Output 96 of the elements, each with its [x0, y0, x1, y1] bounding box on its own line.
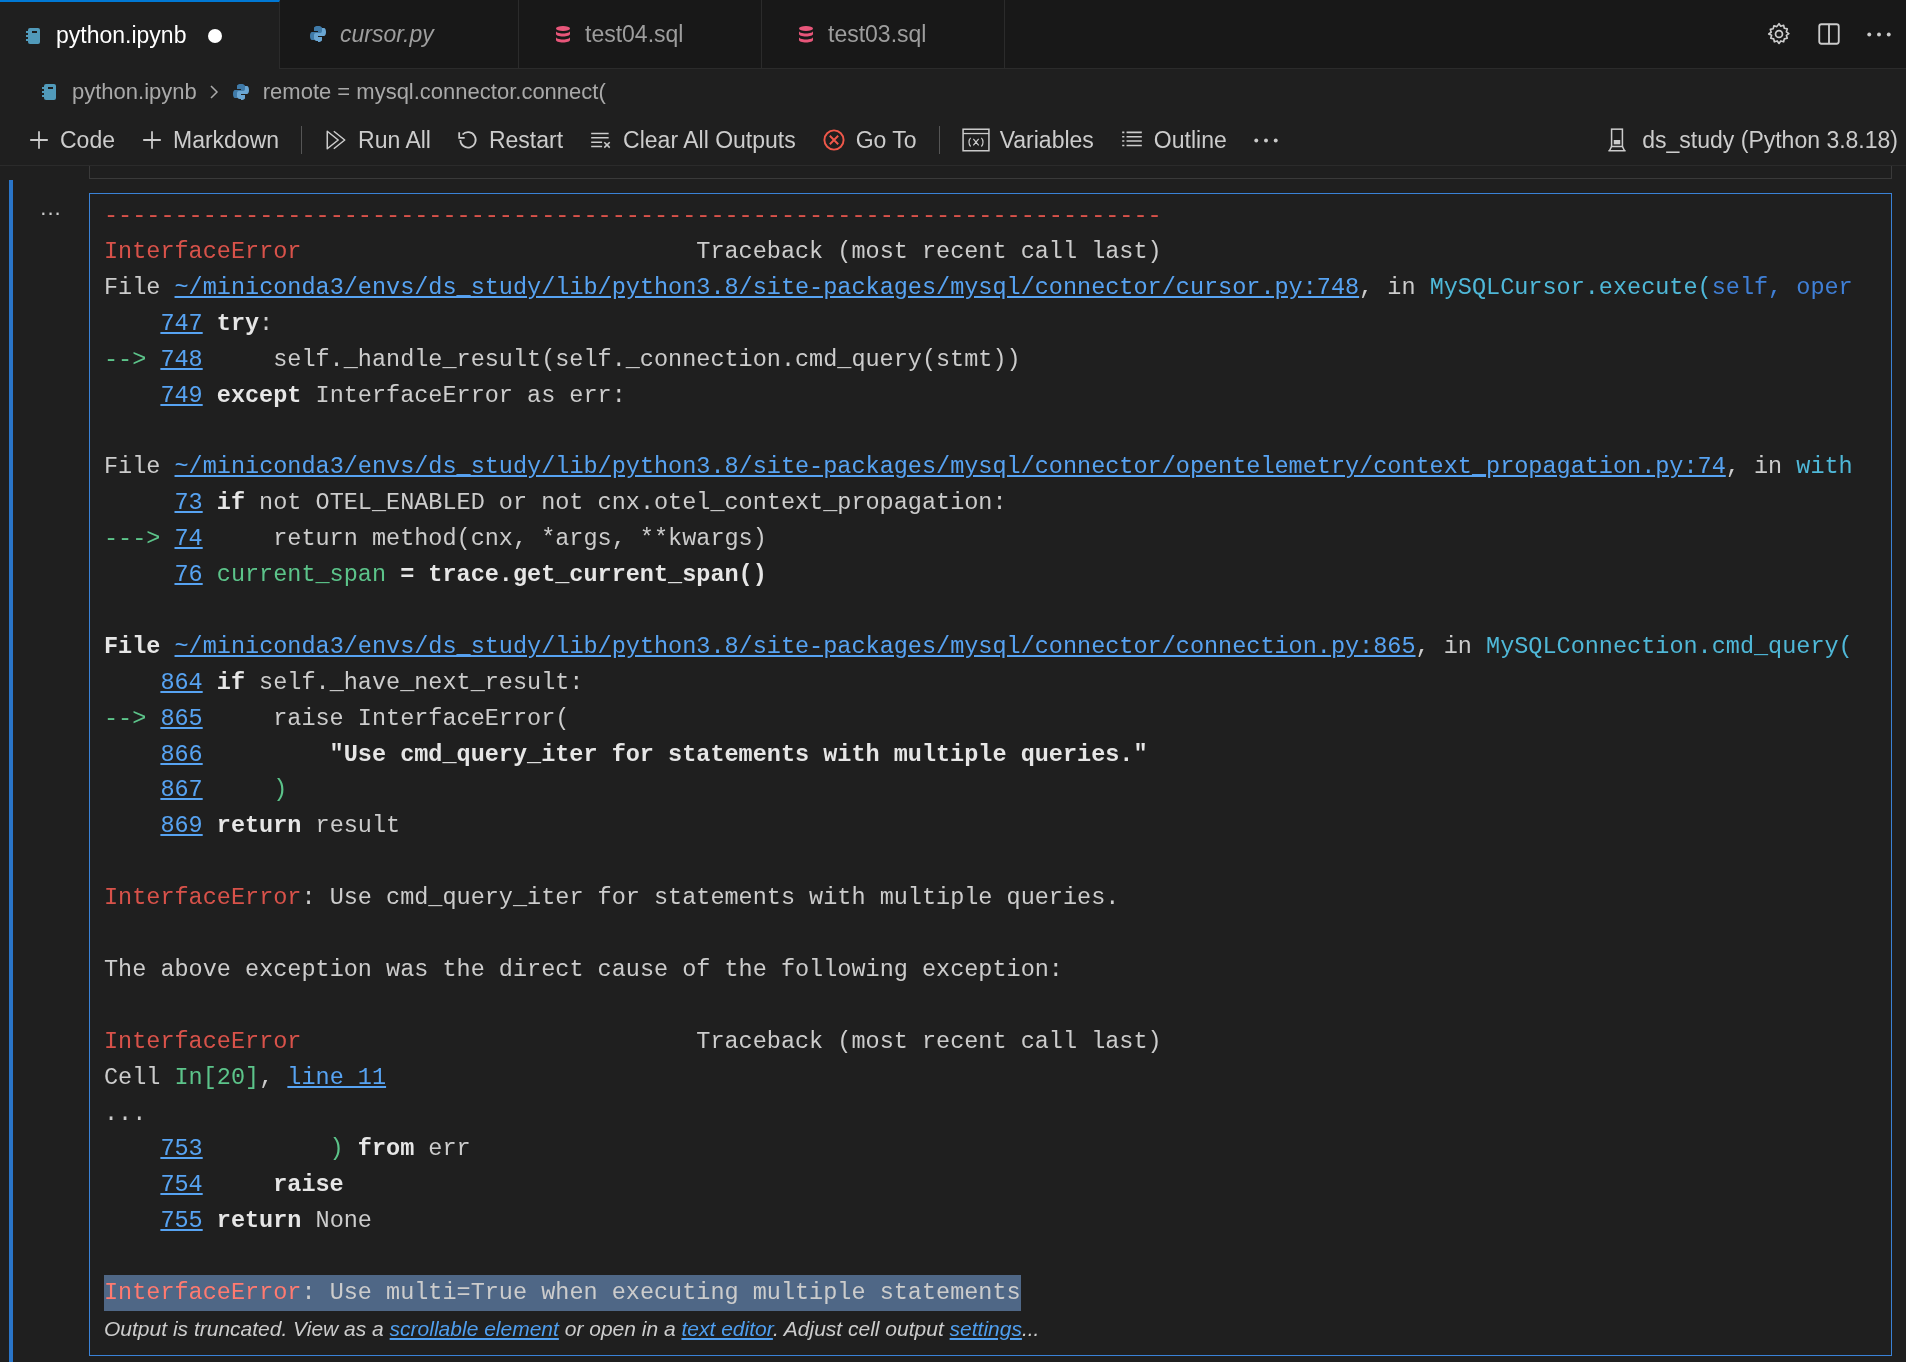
arrow-marker: --->	[104, 524, 161, 555]
file-link[interactable]: ~/miniconda3/envs/ds_study/lib/python3.8/site-packages/mysql/connector/opentelemetry/context_propagation.py:74	[174, 453, 1726, 481]
output-line: The above exception was the direct cause of the following exception:	[104, 954, 1063, 985]
line-number-link[interactable]: 73	[174, 485, 203, 522]
output-text: MySQLConnection.cmd_query(	[1486, 632, 1853, 660]
plus-icon	[28, 129, 50, 151]
output-text: return method(cnx, *args, **kwargs)	[272, 525, 767, 553]
output-text: MySQLCursor.execute(	[1429, 273, 1712, 301]
output-text: raise InterfaceError(	[272, 704, 570, 732]
file-link[interactable]: ~/miniconda3/envs/ds_study/lib/python3.8/site-packages/mysql/connector/connection.py:865	[174, 632, 1416, 660]
toolbar-button[interactable]: Go To	[811, 122, 927, 158]
variables-icon	[961, 128, 990, 152]
line-number-link[interactable]: 866	[160, 736, 203, 773]
database-icon	[553, 24, 573, 44]
output-text: File	[104, 453, 162, 481]
note-text: ...	[1021, 1317, 1040, 1340]
line-number-link[interactable]: 864	[160, 664, 203, 701]
server-icon	[1606, 127, 1629, 153]
output-text: current_span	[216, 561, 387, 589]
output-text: not OTEL_ENABLED or not cnx.otel_context_propagation:	[258, 489, 1007, 517]
toolbar-button[interactable]: Run All	[314, 122, 441, 158]
file-link[interactable]: line 11	[287, 1063, 387, 1091]
output-text: None	[314, 1207, 372, 1235]
output-text: self, oper	[1711, 273, 1853, 301]
chevron-icon	[208, 84, 219, 100]
breadcrumb-item[interactable]: remote = mysql.connector.connect(	[262, 79, 606, 105]
line-number-link[interactable]: 74	[174, 521, 203, 558]
output-text: = trace.get_current_span()	[399, 561, 767, 589]
unsaved-dot-icon	[208, 28, 223, 43]
toolbar-button[interactable]: Markdown	[131, 122, 290, 158]
output-text: )	[272, 776, 288, 804]
editor-tab[interactable]: python.ipynb	[0, 0, 280, 69]
toolbar-button[interactable]: Restart	[446, 122, 574, 158]
output-link[interactable]: settings	[949, 1317, 1022, 1340]
error-icon	[821, 128, 846, 152]
output-text: ,	[259, 1063, 275, 1091]
output-line: ---------------------------------------------------------------------------	[104, 201, 1162, 231]
line-number-link[interactable]: 753	[160, 1131, 203, 1168]
toolbar-button[interactable]: Clear All Outputs	[579, 122, 806, 158]
line-number-link[interactable]: 869	[160, 808, 203, 845]
output-text: File	[104, 632, 162, 660]
output-text: )	[328, 1135, 344, 1163]
output-text: if	[216, 668, 245, 696]
kernel-picker[interactable]: ds_study (Python 3.8.18)	[1596, 122, 1906, 158]
file-link[interactable]: ~/miniconda3/envs/ds_study/lib/python3.8/site-packages/mysql/connector/cursor.py:748	[174, 273, 1360, 301]
restart-icon	[456, 129, 479, 151]
database-icon	[796, 24, 816, 44]
output-menu-button[interactable]: ...	[13, 193, 89, 1356]
note-text: or open in a	[563, 1317, 677, 1340]
python-icon	[308, 24, 328, 44]
output-text: InterfaceError as err:	[314, 381, 626, 409]
settings-icon[interactable]	[1766, 21, 1792, 47]
output-line: InterfaceError Traceback (most recent call last)	[104, 1026, 1162, 1057]
output-link[interactable]: scrollable element	[389, 1317, 559, 1340]
plus-icon	[141, 129, 163, 151]
output-text: "Use cmd_query_iter for statements with multiple queries."	[328, 740, 1148, 768]
output-text: result	[314, 812, 401, 840]
line-number-link[interactable]: 867	[160, 772, 203, 809]
output-text: return	[216, 1207, 302, 1235]
arrow-marker: -->	[104, 344, 147, 375]
line-number-link[interactable]: 747	[160, 305, 203, 342]
toolbar-button[interactable]: Variables	[951, 122, 1104, 158]
python-icon	[230, 82, 251, 102]
output-line: InterfaceError: Use cmd_query_iter for statements with multiple queries.	[104, 883, 1120, 914]
output-text: return	[216, 812, 302, 840]
output-text: :	[259, 309, 274, 337]
output-text: File	[104, 273, 162, 301]
toolbar-button[interactable]: Outline	[1109, 122, 1237, 158]
output-text: if	[216, 489, 245, 517]
output-text: with	[1796, 453, 1853, 481]
breadcrumb-item[interactable]: python.ipynb	[72, 79, 197, 105]
line-number-link[interactable]: 755	[160, 1203, 203, 1240]
output-text: self._have_next_result:	[258, 668, 584, 696]
output-text: , in	[1359, 273, 1417, 301]
arrow-marker: -->	[104, 703, 147, 734]
line-number-link[interactable]: 754	[160, 1167, 203, 1204]
toolbar-button[interactable]: Code	[18, 122, 125, 158]
output-link[interactable]: text editor	[681, 1317, 773, 1340]
output-text: err	[427, 1135, 471, 1163]
output-text: raise	[272, 1171, 344, 1199]
output-text: , in	[1725, 453, 1784, 481]
output-text: except	[216, 381, 302, 409]
line-number-link[interactable]: 749	[160, 377, 203, 414]
line-number-link[interactable]: 76	[174, 557, 203, 593]
note-text: Output is truncated. View as a	[104, 1317, 385, 1340]
split-editor-icon[interactable]	[1816, 21, 1842, 47]
line-number-link[interactable]: 865	[160, 700, 203, 737]
output-text: , in	[1415, 632, 1473, 660]
output-line: ...	[104, 1098, 147, 1129]
line-number-link[interactable]: 748	[160, 341, 203, 378]
output-text: self._handle_result(self._connection.cmd_query(stmt))	[272, 345, 1021, 373]
output-text: try	[216, 309, 260, 337]
output-line: InterfaceError Traceback (most recent call last)	[104, 236, 1162, 267]
output-text: Cell	[104, 1063, 162, 1091]
output-text: from	[356, 1135, 415, 1163]
output-text: In[20]	[174, 1063, 260, 1091]
